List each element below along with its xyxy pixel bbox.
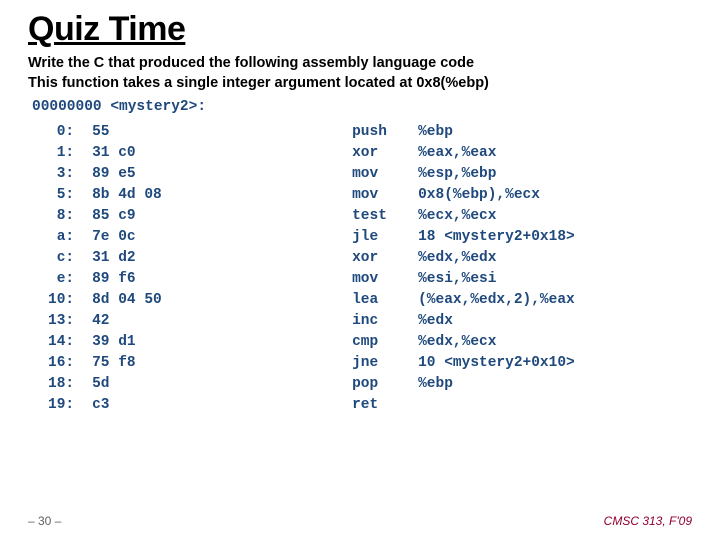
asm-offset: 1: [48,142,92,163]
asm-offset: c: [48,247,92,268]
asm-bytes: 31 c0 [92,142,352,163]
asm-offset: 14: [48,331,92,352]
asm-mnemonic: push [352,121,418,142]
asm-row: c:31 d2xor%edx,%edx [48,247,575,268]
asm-mnemonic: test [352,205,418,226]
asm-operands: %edx,%edx [418,247,575,268]
asm-bytes: 31 d2 [92,247,352,268]
footer-page-number: – 30 – [28,514,61,528]
asm-row: 14:39 d1cmp%edx,%ecx [48,331,575,352]
asm-mnemonic: xor [352,247,418,268]
asm-row: 16:75 f8jne10 <mystery2+0x10> [48,352,575,373]
asm-operands: 0x8(%ebp),%ecx [418,184,575,205]
asm-bytes: 75 f8 [92,352,352,373]
asm-offset: 16: [48,352,92,373]
intro-line-1: Write the C that produced the following … [28,55,692,71]
asm-operands: %edx [418,310,575,331]
asm-mnemonic: cmp [352,331,418,352]
intro-line-2: This function takes a single integer arg… [28,75,692,91]
asm-offset: 10: [48,289,92,310]
asm-offset: a: [48,226,92,247]
asm-offset: 8: [48,205,92,226]
asm-operands: %edx,%ecx [418,331,575,352]
asm-operands: 18 <mystery2+0x18> [418,226,575,247]
asm-row: 0:55push%ebp [48,121,575,142]
asm-offset: 0: [48,121,92,142]
asm-bytes: 8d 04 50 [92,289,352,310]
asm-mnemonic: mov [352,268,418,289]
asm-mnemonic: lea [352,289,418,310]
asm-row: 8:85 c9test%ecx,%ecx [48,205,575,226]
asm-operands: %ebp [418,373,575,394]
asm-bytes: 39 d1 [92,331,352,352]
asm-offset: e: [48,268,92,289]
asm-block: 00000000 <mystery2>: 0:55push%ebp1:31 c0… [30,99,692,415]
asm-operands: %esp,%ebp [418,163,575,184]
asm-bytes: 89 e5 [92,163,352,184]
asm-operands: %eax,%eax [418,142,575,163]
asm-row: 5:8b 4d 08mov0x8(%ebp),%ecx [48,184,575,205]
asm-operands: %ecx,%ecx [418,205,575,226]
asm-bytes: 55 [92,121,352,142]
asm-mnemonic: pop [352,373,418,394]
asm-row: a:7e 0cjle18 <mystery2+0x18> [48,226,575,247]
footer-course-tag: CMSC 313, F'09 [604,514,692,528]
asm-row: 1:31 c0xor%eax,%eax [48,142,575,163]
page-title: Quiz Time [28,10,692,49]
asm-offset: 13: [48,310,92,331]
asm-row: 3:89 e5mov%esp,%ebp [48,163,575,184]
asm-row: 18:5dpop%ebp [48,373,575,394]
asm-bytes: 42 [92,310,352,331]
asm-offset: 5: [48,184,92,205]
asm-operands: %esi,%esi [418,268,575,289]
asm-mnemonic: jle [352,226,418,247]
asm-row: 19:c3ret [48,394,575,415]
asm-bytes: 5d [92,373,352,394]
asm-bytes: c3 [92,394,352,415]
asm-mnemonic: jne [352,352,418,373]
asm-bytes: 7e 0c [92,226,352,247]
asm-operands: %ebp [418,121,575,142]
asm-mnemonic: inc [352,310,418,331]
asm-mnemonic: xor [352,142,418,163]
slide-footer: – 30 – CMSC 313, F'09 [28,514,692,528]
asm-row: 13:42inc%edx [48,310,575,331]
asm-mnemonic: ret [352,394,418,415]
asm-bytes: 8b 4d 08 [92,184,352,205]
asm-row: 10:8d 04 50lea(%eax,%edx,2),%eax [48,289,575,310]
asm-operands: 10 <mystery2+0x10> [418,352,575,373]
asm-operands: (%eax,%edx,2),%eax [418,289,575,310]
asm-table: 0:55push%ebp1:31 c0xor%eax,%eax3:89 e5mo… [48,121,575,415]
asm-operands [418,394,575,415]
asm-offset: 18: [48,373,92,394]
asm-bytes: 89 f6 [92,268,352,289]
asm-symbol-line: 00000000 <mystery2>: [32,99,692,115]
asm-row: e:89 f6mov%esi,%esi [48,268,575,289]
asm-offset: 3: [48,163,92,184]
asm-bytes: 85 c9 [92,205,352,226]
asm-mnemonic: mov [352,184,418,205]
asm-offset: 19: [48,394,92,415]
asm-mnemonic: mov [352,163,418,184]
